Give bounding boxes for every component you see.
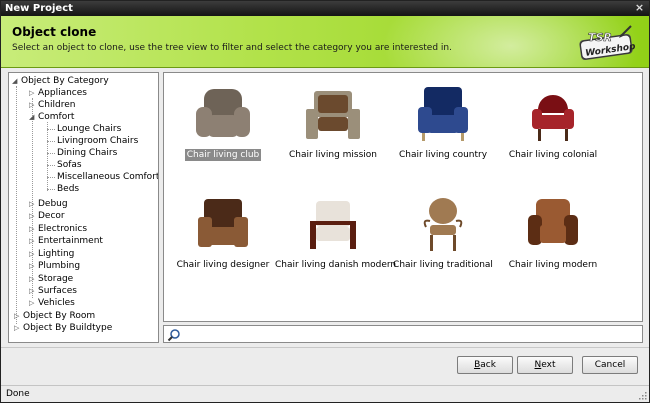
next-button[interactable]: Next (517, 356, 573, 374)
object-item[interactable]: Chair living country (383, 83, 503, 161)
collapse-icon[interactable]: ◢ (29, 111, 38, 123)
tree-node-sofas[interactable]: Sofas (57, 159, 82, 171)
object-item[interactable]: Chair living traditional (383, 193, 503, 271)
object-item[interactable]: Chair living club (164, 83, 283, 161)
tree-node-object-by-room[interactable]: ▷ Object By Room (14, 310, 95, 322)
tree-node-decor[interactable]: ▷ Decor (29, 210, 65, 222)
object-label: Chair living danish modern (275, 260, 397, 270)
status-text: Done (6, 389, 30, 399)
object-label: Chair living mission (288, 150, 378, 160)
svg-text:TSR: TSR (588, 31, 612, 44)
tree-node-livingroom-chairs[interactable]: Livingroom Chairs (57, 135, 138, 147)
tree-node-dining-chairs[interactable]: Dining Chairs (57, 147, 117, 159)
object-item[interactable]: Chair living colonial (493, 83, 613, 161)
tree-node-electronics[interactable]: ▷ Electronics (29, 223, 87, 235)
title-bar: New Project × (1, 1, 649, 16)
tree-node-children[interactable]: ▷ Children (29, 99, 75, 111)
object-label: Chair living country (398, 150, 488, 160)
expand-icon[interactable]: ▷ (29, 285, 38, 297)
object-item[interactable]: Chair living mission (273, 83, 393, 161)
object-label: Chair living club (184, 149, 262, 161)
tree-node-lighting[interactable]: ▷ Lighting (29, 248, 74, 260)
tree-node-surfaces[interactable]: ▷ Surfaces (29, 285, 77, 297)
page-subtitle: Select an object to clone, use the tree … (12, 43, 452, 53)
tree-node-vehicles[interactable]: ▷ Vehicles (29, 297, 75, 309)
tree-node-object-by-buildtype[interactable]: ▷ Object By Buildtype (14, 322, 112, 334)
expand-icon[interactable]: ▷ (29, 235, 38, 247)
expand-icon[interactable]: ▷ (29, 198, 38, 210)
object-label: Chair living designer (176, 260, 270, 270)
tree-node-lounge-chairs[interactable]: Lounge Chairs (57, 123, 121, 135)
page-title: Object clone (12, 25, 97, 39)
tree-node-entertainment[interactable]: ▷ Entertainment (29, 235, 103, 247)
expand-icon[interactable]: ▷ (29, 99, 38, 111)
search-icon (167, 329, 180, 342)
tree-node-appliances[interactable]: ▷ Appliances (29, 87, 87, 99)
tree-node-storage[interactable]: ▷ Storage (29, 273, 73, 285)
expand-icon[interactable]: ▷ (29, 273, 38, 285)
window-title: New Project (5, 3, 73, 14)
chair-thumbnail (418, 87, 468, 141)
expand-icon[interactable]: ▷ (14, 322, 23, 334)
wizard-header: Object clone Select an object to clone, … (1, 16, 649, 68)
expand-icon[interactable]: ▷ (29, 297, 38, 309)
cancel-button[interactable]: Cancel (582, 356, 638, 374)
object-item[interactable]: Chair living modern (493, 193, 613, 271)
expand-icon[interactable]: ▷ (29, 223, 38, 235)
tsr-workshop-logo: TSR Workshop (579, 25, 635, 61)
chair-thumbnail (198, 199, 248, 247)
chair-thumbnail (306, 91, 360, 139)
tree-node-miscellaneous-comfort[interactable]: Miscellaneous Comfort (57, 171, 158, 183)
expand-icon[interactable]: ▷ (14, 310, 23, 322)
object-item[interactable]: Chair living designer (164, 193, 283, 271)
close-icon[interactable]: × (634, 1, 645, 16)
tree-node-beds[interactable]: Beds (57, 183, 79, 195)
expand-icon[interactable]: ▷ (29, 260, 38, 272)
status-bar: Done (1, 385, 649, 402)
footer-divider (1, 347, 649, 348)
object-label: Chair living modern (508, 260, 598, 270)
tree-node-comfort[interactable]: ◢ Comfort (29, 111, 74, 123)
tree-node-plumbing[interactable]: ▷ Plumbing (29, 260, 80, 272)
search-input[interactable] (163, 325, 643, 343)
tree-node-object-by-category[interactable]: ◢ Object By Category (12, 75, 109, 87)
tree-node-debug[interactable]: ▷ Debug (29, 198, 68, 210)
object-item[interactable]: Chair living danish modern (273, 193, 396, 271)
resize-grip-icon[interactable] (637, 390, 647, 400)
back-button[interactable]: Back (457, 356, 513, 374)
chair-thumbnail (532, 95, 574, 141)
expand-icon[interactable]: ▷ (29, 210, 38, 222)
new-project-window: New Project × Object clone Select an obj… (0, 0, 650, 403)
chair-thumbnail (310, 201, 356, 249)
object-label: Chair living colonial (508, 150, 598, 160)
chair-thumbnail (423, 198, 463, 251)
expand-icon[interactable]: ▷ (29, 248, 38, 260)
chair-thumbnail (528, 199, 578, 245)
object-grid: Chair living club Chair living mission C… (163, 72, 643, 322)
expand-icon[interactable]: ▷ (29, 87, 38, 99)
object-label: Chair living traditional (393, 260, 493, 270)
category-tree[interactable]: ◢ Object By Category ▷ Appliances ▷ Childre… (8, 72, 159, 343)
chair-thumbnail (196, 89, 250, 137)
